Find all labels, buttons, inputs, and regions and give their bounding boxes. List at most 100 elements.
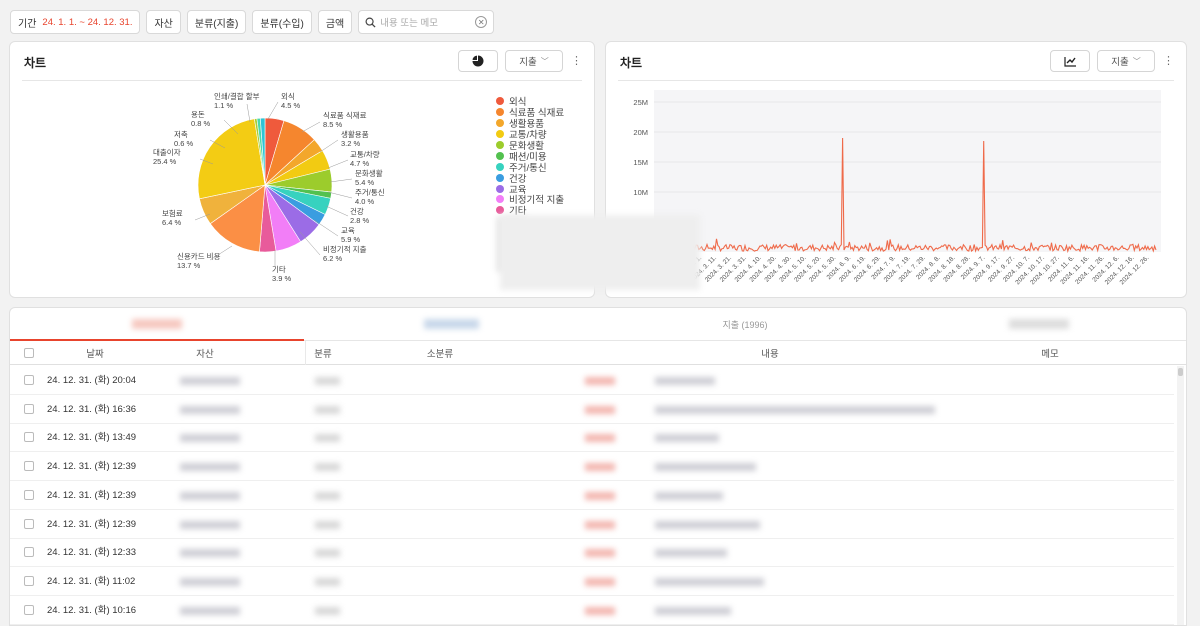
pie-leader-line (329, 178, 353, 183)
obscured-cell (315, 606, 340, 615)
scrollbar[interactable] (1177, 366, 1184, 625)
table-row[interactable]: 24. 12. 31. (화) 16:36 (10, 395, 1174, 424)
obscured-cell (180, 434, 240, 443)
tab-expense-label: 지출 (1996) (722, 319, 768, 330)
table-row[interactable]: 24. 12. 31. (화) 13:49 (10, 423, 1174, 453)
row-checkbox[interactable] (24, 547, 34, 558)
obscured-cell (180, 405, 240, 414)
tab-all[interactable] (10, 308, 304, 341)
pie-slice-13[interactable] (197, 118, 266, 200)
table-row[interactable]: 24. 12. 31. (화) 12:39 (10, 481, 1174, 510)
search-placeholder: 내용 또는 메모 (380, 18, 438, 29)
row-checkbox[interactable] (24, 375, 34, 385)
pie-label-name: 대출이자 (153, 147, 181, 157)
table-row[interactable]: 24. 12. 31. (화) 10:16 (10, 596, 1174, 625)
obscured-cell (585, 434, 615, 443)
row-date: 24. 12. 31. (화) 16:36 (47, 403, 137, 415)
row-checkbox[interactable] (24, 461, 34, 472)
select-all-checkbox[interactable] (24, 348, 34, 358)
search-icon (365, 17, 376, 28)
pie-chart-toggle-button[interactable] (458, 50, 498, 72)
line-chart-toggle-button[interactable] (1050, 50, 1090, 72)
line-type-dropdown[interactable]: 지출 ﹀ (1097, 50, 1155, 72)
obscured-cell (315, 463, 340, 472)
legend-item[interactable]: 건강 (496, 172, 564, 185)
pie-leader-line (299, 231, 321, 256)
tab-income[interactable] (304, 308, 598, 340)
legend-item[interactable]: 비정기적 지출 (496, 194, 564, 206)
pie-leader-line (325, 205, 349, 217)
period-value: 24. 1. 1. ~ 24. 12. 31. (42, 16, 133, 28)
pie-label-pct: 25.4 % (153, 157, 177, 166)
obscured-cell (585, 520, 615, 529)
table-row[interactable]: 24. 12. 31. (화) 20:04 (10, 366, 1174, 395)
pie-label-name: 보험료 (162, 209, 183, 218)
pie-label-pct: 4.5 % (281, 101, 301, 110)
row-checkbox[interactable] (24, 432, 34, 443)
table-row[interactable]: 24. 12. 31. (화) 12:39 (10, 452, 1174, 482)
pie-label-name: 건강 (350, 206, 364, 216)
plot-area (654, 90, 1161, 252)
obscured-cell (315, 434, 340, 443)
legend-item[interactable]: 주거/통신 (496, 161, 564, 174)
transaction-table-panel: 지출 (1996) 날짜 자산 분류 소분류 내용 메모 24. 12. 31.… (9, 307, 1187, 626)
line-type-value: 지출 (1111, 57, 1129, 68)
pie-label-pct: 1.1 % (214, 101, 234, 110)
pie-leader-line (246, 103, 251, 123)
pie-label-name: 저축 (174, 130, 188, 139)
panel-divider (22, 80, 582, 81)
tab-transfer[interactable] (892, 308, 1186, 340)
obscured-tab-label (1009, 319, 1069, 329)
row-checkbox[interactable] (24, 489, 34, 500)
row-checkbox[interactable] (24, 604, 34, 615)
pie-label-name: 생활용품 (341, 129, 369, 139)
obscured-cell (180, 577, 240, 586)
obscured-cell (655, 606, 731, 615)
chevron-down-icon: ﹀ (540, 56, 549, 66)
obscured-cell (585, 577, 615, 586)
income-category-filter-button[interactable]: 분류(수입) (252, 10, 312, 34)
row-date: 24. 12. 31. (화) 12:39 (47, 518, 137, 530)
obscured-cell (585, 377, 615, 385)
row-checkbox[interactable] (24, 575, 34, 586)
tab-expense[interactable]: 지출 (1996) (598, 308, 892, 340)
pie-label-pct: 5.9 % (341, 235, 361, 244)
period-filter[interactable]: 기간 24. 1. 1. ~ 24. 12. 31. (10, 10, 141, 34)
row-checkbox[interactable] (24, 518, 34, 529)
obscured-cell (585, 549, 615, 558)
col-date: 날짜 (86, 349, 104, 360)
obscured-area (500, 215, 700, 290)
line-panel-title: 차트 (620, 56, 643, 70)
scrollbar-thumb[interactable] (1178, 368, 1183, 376)
more-menu-icon[interactable]: ⋮ (571, 53, 582, 69)
obscured-cell (315, 405, 340, 414)
table-row[interactable]: 24. 12. 31. (화) 12:39 (10, 510, 1174, 539)
row-date: 24. 12. 31. (화) 13:49 (47, 432, 137, 444)
more-menu-icon[interactable]: ⋮ (1163, 53, 1174, 69)
table-row[interactable]: 24. 12. 31. (화) 11:02 (10, 567, 1174, 596)
expense-category-filter-button[interactable]: 분류(지출) (186, 10, 247, 34)
row-date: 24. 12. 31. (화) 12:33 (47, 547, 137, 559)
amount-filter-button[interactable]: 금액 (317, 10, 353, 34)
line-chart-icon (1063, 56, 1076, 67)
col-subcategory: 소분류 (426, 349, 454, 360)
pie-panel-title: 차트 (24, 56, 47, 70)
pie-label-pct: 0.8 % (191, 119, 211, 128)
obscured-tab-label (132, 319, 182, 329)
pie-label-name: 비정기적 지출 (323, 244, 367, 254)
period-label: 기간 (18, 18, 37, 30)
pie-label-pct: 2.8 % (350, 216, 370, 225)
pie-label-pct: 6.4 % (162, 218, 182, 227)
pie-label-pct: 3.2 % (341, 139, 361, 148)
clear-icon[interactable]: ✕ (475, 16, 488, 28)
search-input[interactable]: 내용 또는 메모 ✕ (358, 10, 495, 34)
pie-type-dropdown[interactable]: 지출 ﹀ (505, 50, 563, 72)
table-row[interactable]: 24. 12. 31. (화) 12:33 (10, 538, 1174, 568)
obscured-cell (655, 491, 723, 500)
asset-filter-button[interactable]: 자산 (146, 10, 181, 34)
y-tick-label: 10M (633, 188, 648, 197)
y-tick-label: 15M (633, 158, 648, 167)
pie-chart: 외식4.5 % 식료품 식재료8.5 %생활용품3.2 % 교통/차량4.7 %문화… (153, 91, 385, 283)
row-checkbox[interactable] (24, 403, 34, 414)
pie-label-pct: 3.9 % (272, 274, 292, 283)
